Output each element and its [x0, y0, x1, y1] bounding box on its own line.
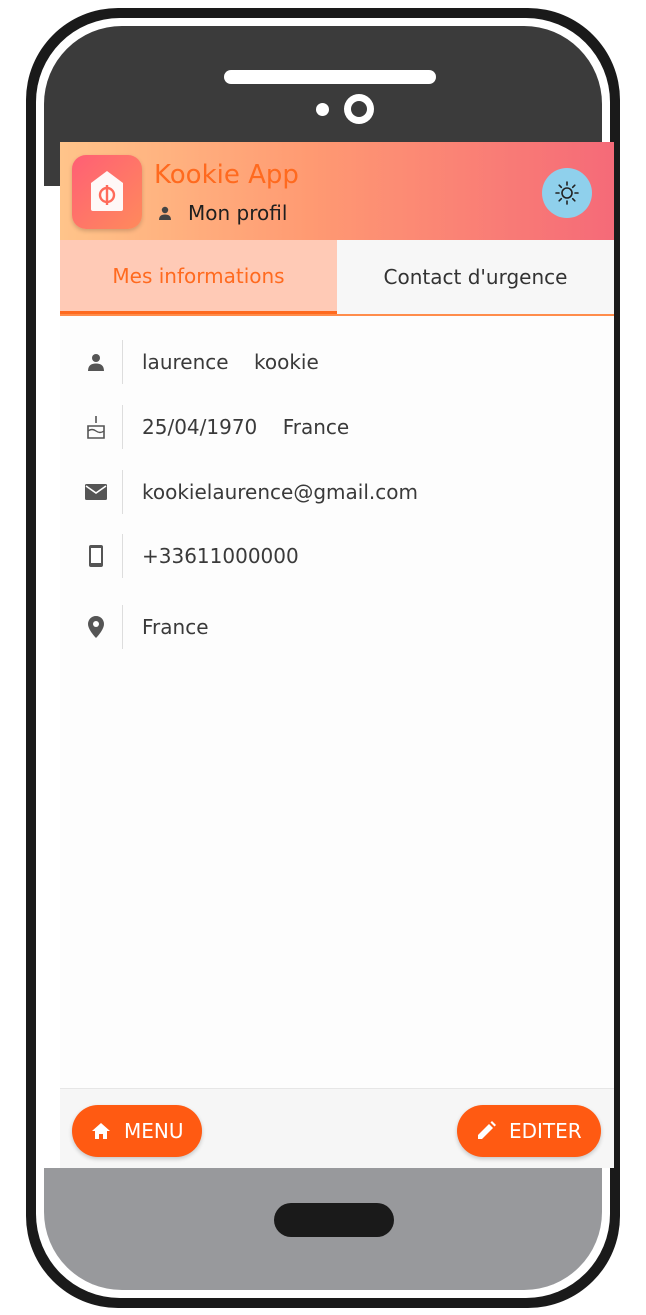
person-icon	[84, 350, 108, 374]
profile-phone: +33611000000	[142, 544, 299, 568]
info-divider	[122, 605, 123, 649]
info-row-name: laurence kookie	[60, 338, 614, 386]
menu-button-label: MENU	[124, 1119, 184, 1143]
info-divider	[122, 534, 123, 578]
tab-mes-informations[interactable]: Mes informations	[60, 240, 337, 314]
home-icon	[90, 1120, 112, 1142]
person-icon	[159, 206, 171, 220]
phone-speaker	[224, 70, 436, 84]
phone-sensor	[316, 103, 329, 116]
tab-contact-urgence[interactable]: Contact d'urgence	[337, 240, 614, 314]
cake-icon	[84, 415, 108, 439]
menu-button[interactable]: MENU	[72, 1105, 202, 1157]
page-subtitle-text: Mon profil	[188, 201, 288, 225]
mail-icon	[84, 480, 108, 504]
info-divider	[122, 340, 123, 384]
info-divider	[122, 470, 123, 514]
bottom-action-bar: MENU EDITER	[60, 1088, 614, 1168]
app-header: Kookie App Mon profil	[60, 142, 614, 240]
info-row-email: kookielaurence@gmail.com	[60, 468, 614, 516]
profile-tabs: Mes informations Contact d'urgence	[60, 240, 614, 316]
profile-name: laurence kookie	[142, 350, 319, 374]
sun-icon	[555, 181, 579, 205]
info-row-location: France	[60, 603, 614, 651]
theme-toggle-button[interactable]	[542, 168, 592, 218]
pencil-icon	[475, 1120, 497, 1142]
app-screen: Kookie App Mon profil Mes informations C…	[60, 142, 614, 1168]
page-subtitle: Mon profil	[158, 200, 287, 226]
profile-email: kookielaurence@gmail.com	[142, 480, 418, 504]
profile-birth: 25/04/1970 France	[142, 415, 350, 439]
phone-home-button[interactable]	[274, 1203, 394, 1237]
house-phi-logo-icon	[91, 171, 123, 211]
edit-button[interactable]: EDITER	[457, 1105, 601, 1157]
phone-camera	[344, 94, 374, 124]
location-pin-icon	[84, 615, 108, 639]
edit-button-label: EDITER	[509, 1119, 582, 1143]
profile-location: France	[142, 615, 209, 639]
app-logo	[72, 155, 142, 229]
info-row-birth: 25/04/1970 France	[60, 403, 614, 451]
info-row-phone: +33611000000	[60, 532, 614, 580]
smartphone-icon	[84, 544, 108, 568]
app-title: Kookie App	[154, 160, 299, 190]
info-divider	[122, 405, 123, 449]
